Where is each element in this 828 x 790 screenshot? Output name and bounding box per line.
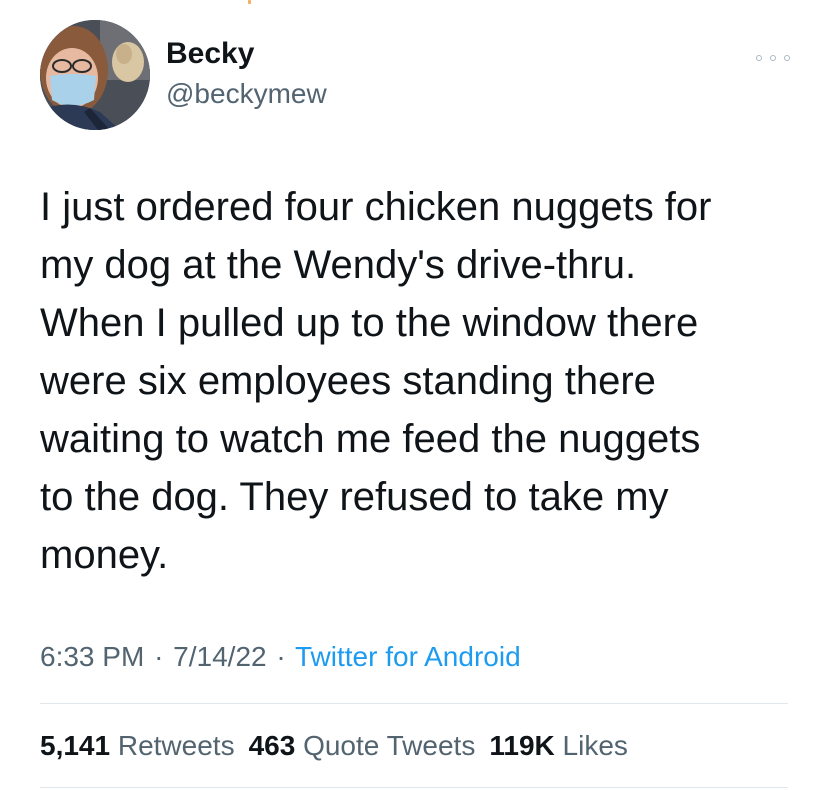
quote-tweets-count: 463: [248, 730, 296, 761]
tweet-header: Becky @beckymew: [40, 20, 790, 132]
top-edge-fragment: [248, 0, 251, 4]
tweet-date[interactable]: 7/14/22: [173, 641, 266, 672]
meta-separator: ·: [276, 641, 286, 672]
avatar-photo: [40, 20, 150, 130]
more-options-icon[interactable]: [756, 50, 790, 66]
quote-tweets-stat[interactable]: 463 Quote Tweets: [249, 730, 476, 761]
author-handle[interactable]: @beckymew: [166, 76, 327, 112]
retweets-count: 5,141: [40, 730, 111, 761]
divider: [40, 703, 788, 704]
retweets-stat[interactable]: 5,141 Retweets: [40, 730, 235, 761]
author-info: Becky @beckymew: [166, 36, 327, 112]
tweet-card: Becky @beckymew I just ordered four chic…: [0, 0, 828, 790]
likes-stat[interactable]: 119K Likes: [489, 730, 628, 761]
meta-separator: ·: [154, 641, 164, 672]
tweet-source-link[interactable]: Twitter for Android: [295, 641, 521, 672]
avatar[interactable]: [40, 20, 150, 130]
divider: [40, 787, 788, 788]
tweet-stats: 5,141 Retweets 463 Quote Tweets 119K Likes: [40, 726, 642, 766]
author-display-name[interactable]: Becky: [166, 36, 327, 72]
more-dot: [756, 55, 762, 61]
tweet-text: I just ordered four chicken nuggets for …: [40, 185, 712, 577]
retweets-label: Retweets: [117, 730, 235, 761]
tweet-time[interactable]: 6:33 PM: [40, 641, 144, 672]
likes-count: 119K: [489, 730, 555, 761]
tweet-meta: 6:33 PM · 7/14/22 · Twitter for Android: [40, 637, 521, 677]
more-dot: [784, 55, 790, 61]
likes-label: Likes: [562, 730, 628, 761]
more-dot: [770, 55, 776, 61]
quote-tweets-label: Quote Tweets: [303, 730, 476, 761]
